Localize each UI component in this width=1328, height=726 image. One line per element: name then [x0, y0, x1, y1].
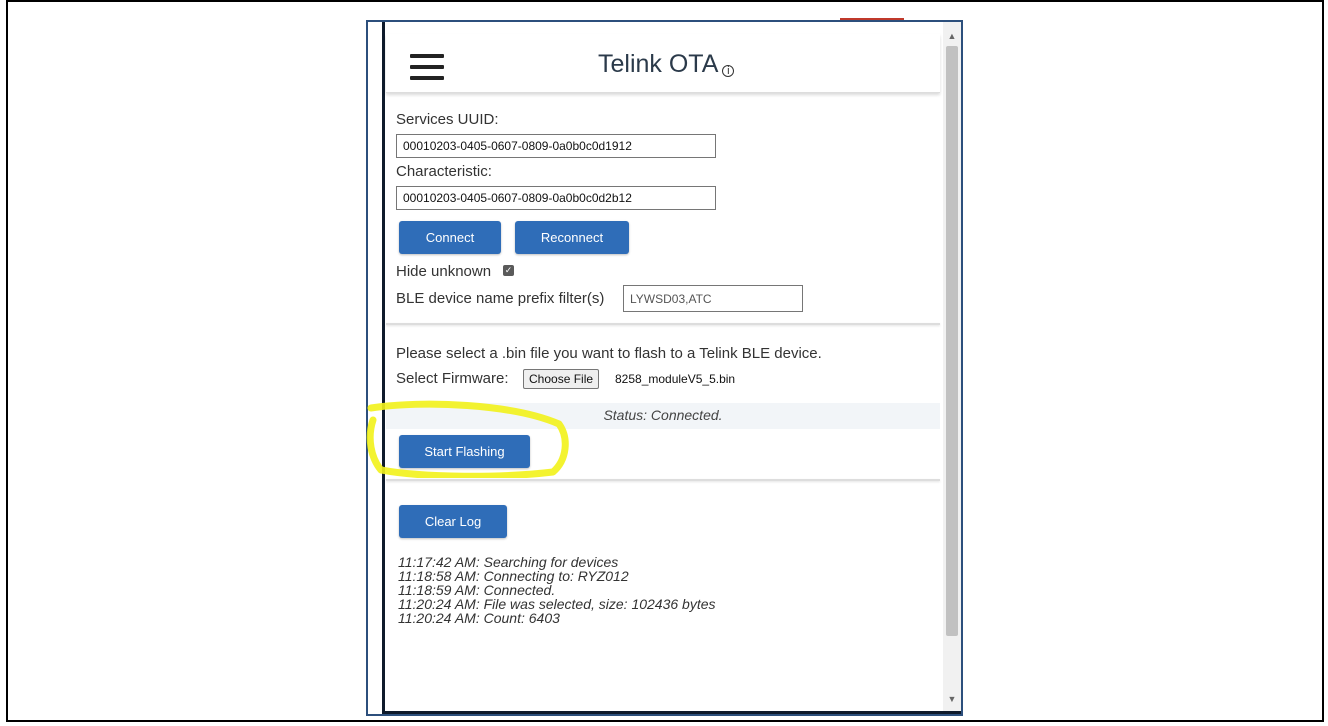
log-line: 11:17:42 AM: Searching for devices — [398, 554, 619, 570]
log-line: 11:18:58 AM: Connecting to: RYZ012 — [398, 568, 629, 584]
select-firmware-label: Select Firmware: — [396, 370, 509, 387]
connect-button[interactable]: Connect — [399, 221, 501, 254]
hide-unknown-label: Hide unknown — [396, 263, 492, 280]
log-output: 11:17:42 AM: Searching for devices 11:18… — [398, 555, 716, 625]
browser-window: Telink OTAi Services UUID: Characteristi… — [366, 20, 963, 716]
choose-file-button[interactable]: Choose File — [523, 369, 600, 389]
log-line: 11:20:24 AM: File was selected, size: 10… — [398, 596, 716, 612]
log-line: 11:20:24 AM: Count: 6403 — [398, 610, 560, 626]
section-divider — [386, 323, 940, 325]
app-title-text: Telink OTA — [598, 50, 719, 78]
selected-file-name: 8258_moduleV5_5.bin — [615, 372, 736, 386]
services-uuid-label: Services UUID: — [396, 111, 499, 128]
scroll-down-arrow-icon[interactable]: ▼ — [943, 691, 961, 707]
app-header: Telink OTA i — [386, 34, 940, 93]
firmware-instruction: Please select a .bin file you want to fl… — [396, 345, 822, 362]
yellow-highlight-annotation — [366, 400, 569, 478]
app-title: Telink OTA i — [598, 50, 735, 79]
services-uuid-input[interactable] — [396, 134, 716, 158]
scroll-up-arrow-icon[interactable]: ▲ — [943, 28, 961, 44]
scroll-thumb[interactable] — [946, 46, 958, 636]
info-icon[interactable]: i — [722, 65, 735, 77]
log-line: 11:18:59 AM: Connected. — [398, 582, 556, 598]
characteristic-input[interactable] — [396, 186, 716, 210]
reconnect-button[interactable]: Reconnect — [515, 221, 629, 254]
window-bottom-edge — [382, 711, 961, 714]
prefix-filter-label: BLE device name prefix filter(s) — [396, 290, 605, 307]
clear-log-button[interactable]: Clear Log — [399, 505, 507, 538]
vertical-scrollbar[interactable]: ▲ ▼ — [943, 22, 961, 711]
prefix-filter-input[interactable] — [623, 285, 803, 312]
hamburger-menu-icon[interactable] — [410, 54, 444, 80]
section-divider — [386, 479, 940, 481]
hide-unknown-checkbox[interactable]: ✓ — [503, 265, 514, 276]
window-left-edge — [382, 22, 385, 714]
characteristic-label: Characteristic: — [396, 163, 492, 180]
